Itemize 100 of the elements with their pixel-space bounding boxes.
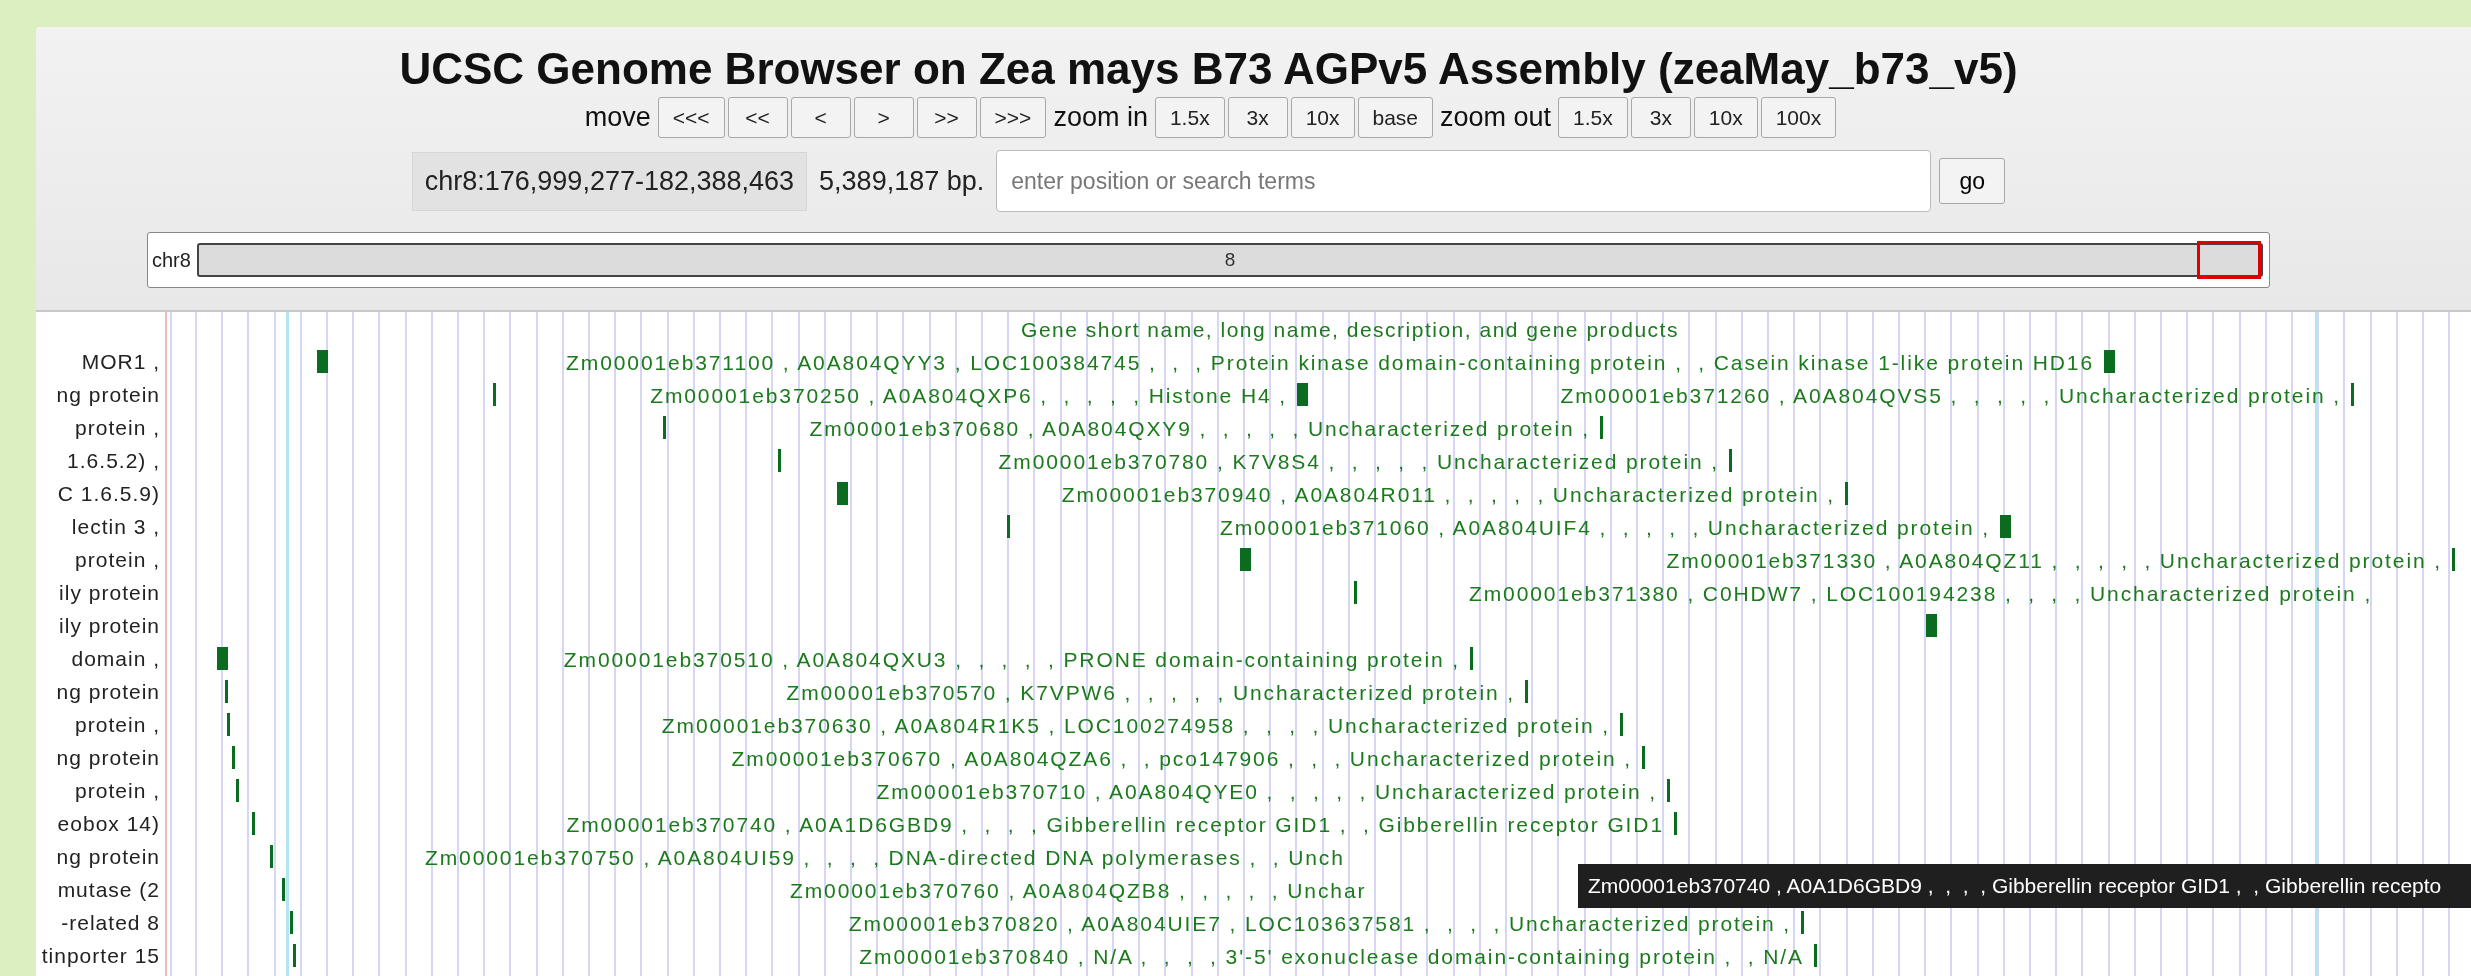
gene-label[interactable]: Zm00001eb370820 , A0A804UIE7 , LOC103637581 , , , , Uncharacterized protein , xyxy=(848,912,1791,936)
gene-mark[interactable] xyxy=(227,713,230,736)
nav-button[interactable]: << xyxy=(727,97,788,138)
track-label: mutase (2 xyxy=(57,877,160,902)
track-label: eobox 14) xyxy=(57,811,160,836)
track-label: ng protein xyxy=(56,745,160,770)
gene-mark[interactable] xyxy=(2351,383,2354,406)
track-title: Gene short name, long name, description, and gene products xyxy=(1021,318,1679,342)
gene-mark[interactable] xyxy=(290,911,293,934)
position-range: chr8:176,999,277-182,388,463 xyxy=(411,151,808,211)
gene-mark[interactable] xyxy=(1470,647,1473,670)
gene-label[interactable]: Zm00001eb370840 , N/A , , , , 3'-5' exonuclease domain-containing protein , , N/A xyxy=(859,945,1804,969)
gene-label[interactable]: Zm00001eb371380 , C0HDW7 , LOC100194238 , , , , Uncharacterized protein , xyxy=(1469,582,2373,606)
go-button[interactable]: go xyxy=(1939,158,2006,204)
gene-label[interactable]: Zm00001eb370760 , A0A804QZB8 , , , , , Unchar xyxy=(790,879,1367,903)
gene-label[interactable]: Zm00001eb371260 , A0A804QVS5 , , , , , Uncharacterized protein , xyxy=(1560,384,2341,408)
gene-mark[interactable] xyxy=(1845,482,1848,505)
gene-label[interactable]: Zm00001eb370670 , A0A804QZA6 , , pco147906 , , , Uncharacterized protein , xyxy=(731,747,1632,771)
nav-button[interactable]: 1.5x xyxy=(1154,97,1225,138)
nav-button[interactable]: < xyxy=(790,97,851,138)
gene-mark[interactable] xyxy=(1674,812,1677,835)
gene-mark[interactable] xyxy=(270,845,273,868)
gene-mark[interactable] xyxy=(232,746,235,769)
track-label: protein , xyxy=(75,415,160,440)
nav-button[interactable]: 10x xyxy=(1693,97,1758,138)
track-label: C 1.6.5.9) xyxy=(57,481,160,506)
gene-mark[interactable] xyxy=(236,779,239,802)
gene-mark[interactable] xyxy=(225,680,228,703)
gene-mark[interactable] xyxy=(1729,449,1732,472)
track-label: lectin 3 , xyxy=(71,514,160,539)
gene-label[interactable]: Zm00001eb370780 , K7V8S4 , , , , , Uncharacterized protein , xyxy=(998,450,1719,474)
search-field[interactable]: enter position or search terms xyxy=(996,150,1932,212)
nav-button[interactable]: 1.5x xyxy=(1558,97,1628,138)
gene-mark[interactable] xyxy=(293,944,296,967)
gene-label[interactable]: Zm00001eb371060 , A0A804UIF4 , , , , , Uncharacterized protein , xyxy=(1219,516,1990,540)
track-label: domain , xyxy=(71,646,160,671)
gene-label[interactable]: Zm00001eb371330 , A0A804QZ11 , , , , , Uncharacterized protein , xyxy=(1666,549,2442,573)
chromosome-label: chr8 xyxy=(152,248,191,272)
track-label: protein , xyxy=(75,712,160,737)
gene-mark[interactable] xyxy=(2104,350,2115,373)
gene-mark[interactable] xyxy=(1007,515,1010,538)
nav-label: move xyxy=(584,102,651,133)
gene-label[interactable]: Zm00001eb370680 , A0A804QXY9 , , , , , Uncharacterized protein , xyxy=(809,417,1590,441)
gene-mark[interactable] xyxy=(837,482,848,505)
nav-button[interactable]: 3x xyxy=(1227,97,1288,138)
gene-mark[interactable] xyxy=(778,449,781,472)
track-label: protein , xyxy=(75,778,160,803)
gene-mark[interactable] xyxy=(1642,746,1645,769)
gene-label[interactable]: Zm00001eb370750 , A0A804UI59 , , , , DNA-directed DNA polymerases , , Unch xyxy=(425,846,1345,870)
gene-mark[interactable] xyxy=(1814,944,1817,967)
gene-mark[interactable] xyxy=(252,812,255,835)
gene-mark[interactable] xyxy=(1801,911,1804,934)
gene-label[interactable]: Zm00001eb370570 , K7VPW6 , , , , , Uncharacterized protein , xyxy=(786,681,1515,705)
gene-label[interactable]: Zm00001eb370510 , A0A804QXU3 , , , , , PRONE domain-containing protein , xyxy=(563,648,1460,672)
selection-rect xyxy=(2197,241,2261,279)
gene-mark[interactable] xyxy=(1667,779,1670,802)
track-label: MOR1 , xyxy=(81,349,160,374)
gene-mark[interactable] xyxy=(1926,614,1937,637)
gene-mark[interactable] xyxy=(1620,713,1623,736)
nav-button[interactable]: 100x xyxy=(1760,97,1837,138)
nav-button[interactable]: 3x xyxy=(1630,97,1691,138)
track-label: ily protein xyxy=(59,613,160,638)
track-label: ng protein xyxy=(56,679,160,704)
chromosome-bar[interactable]: 8 xyxy=(196,243,2263,277)
tooltip: Zm00001eb370740 , A0A1D6GBD9 , , , , Gibberellin receptor GID1 , , Gibberellin recepto xyxy=(1578,864,2471,908)
chromosome-ideogram[interactable]: chr8 8 xyxy=(147,232,2270,288)
gene-label[interactable]: Zm00001eb370710 , A0A804QYE0 , , , , , Uncharacterized protein , xyxy=(876,780,1657,804)
gene-mark[interactable] xyxy=(2452,548,2455,571)
nav-label: zoom out xyxy=(1440,102,1552,133)
nav-button[interactable]: >> xyxy=(916,97,977,138)
nav-button[interactable]: > xyxy=(853,97,914,138)
gene-label[interactable]: Zm00001eb370250 , A0A804QXP6 , , , , , Histone H4 , xyxy=(650,384,1287,408)
track-label: ng protein xyxy=(56,844,160,869)
gene-mark[interactable] xyxy=(1297,383,1308,406)
gene-label[interactable]: Zm00001eb370940 , A0A804R011 , , , , , Uncharacterized protein , xyxy=(1061,483,1835,507)
gene-mark[interactable] xyxy=(217,647,228,670)
gene-mark[interactable] xyxy=(1600,416,1603,439)
gene-mark[interactable] xyxy=(282,878,285,901)
track-label: tinporter 15 xyxy=(41,943,160,968)
gene-mark[interactable] xyxy=(1240,548,1251,571)
track-label: 1.6.5.2) , xyxy=(67,448,160,473)
nav-button[interactable]: >>> xyxy=(979,97,1047,138)
gene-mark[interactable] xyxy=(317,350,328,373)
gene-mark[interactable] xyxy=(2000,515,2011,538)
track-label: ily protein xyxy=(59,580,160,605)
band-label: 8 xyxy=(1224,249,1236,271)
gene-label[interactable]: Zm00001eb370740 , A0A1D6GBD9 , , , , Gibberellin receptor GID1 , , Gibberellin receptor GID1 xyxy=(566,813,1664,837)
nav-label: zoom in xyxy=(1053,102,1148,133)
nav-button[interactable]: 10x xyxy=(1290,97,1355,138)
track-label: protein , xyxy=(75,547,160,572)
gene-mark[interactable] xyxy=(663,416,666,439)
track-label: ng protein xyxy=(56,382,160,407)
gene-label[interactable]: Zm00001eb370630 , A0A804R1K5 , LOC100274958 , , , , Uncharacterized protein , xyxy=(661,714,1610,738)
gene-mark[interactable] xyxy=(493,383,496,406)
nav-button[interactable]: <<< xyxy=(657,97,725,138)
region-size: 5,389,187 bp. xyxy=(819,165,985,197)
gene-label[interactable]: Zm00001eb371100 , A0A804QYY3 , LOC100384745 , , , Protein kinase domain-containing protein , , Casein kinase 1-like protein HD16 xyxy=(566,351,2094,375)
nav-button[interactable]: base xyxy=(1357,97,1434,138)
gene-mark[interactable] xyxy=(1525,680,1528,703)
gene-mark[interactable] xyxy=(1354,581,1357,604)
